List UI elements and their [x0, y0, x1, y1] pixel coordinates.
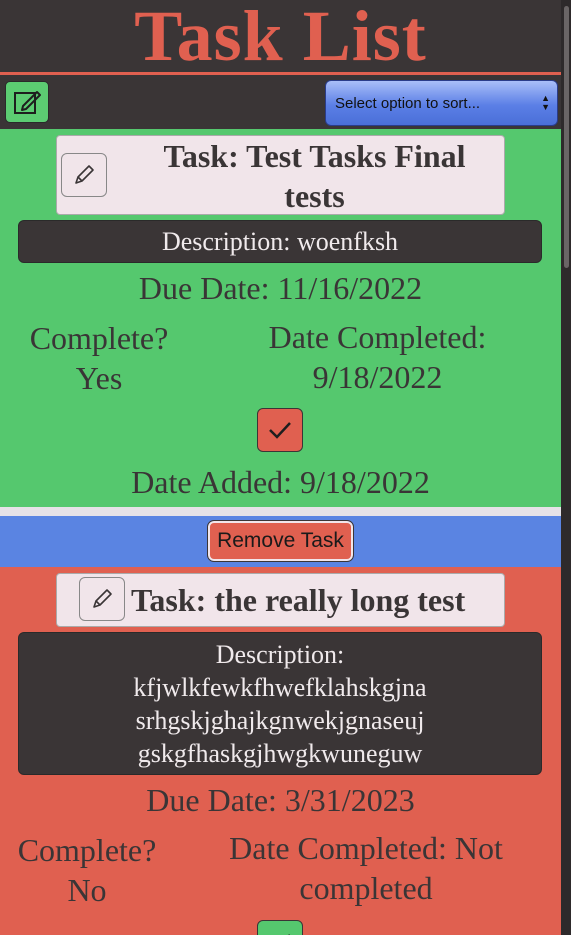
- due-date: Due Date: 11/16/2022: [138, 270, 423, 306]
- task-title: Task: the really long test: [131, 582, 466, 618]
- checkmark-icon: [269, 422, 291, 439]
- task-card: Task: the really long test Description: …: [0, 567, 561, 935]
- complete-status: Complete? No: [17, 832, 157, 908]
- task-title: Task: Test Tasks Final tests: [163, 138, 466, 214]
- header: Task List: [0, 0, 561, 76]
- sort-select[interactable]: Select option to sort... ▲ ▼: [325, 80, 558, 126]
- date-added: Date Added: 9/18/2022: [131, 464, 430, 500]
- complete-status: Complete? Yes: [29, 320, 169, 396]
- toggle-complete-button[interactable]: [257, 408, 303, 452]
- toolbar: Select option to sort... ▲ ▼: [0, 75, 561, 129]
- date-completed: Date Completed: 9/18/2022: [268, 319, 487, 395]
- task-description: Description: woenfksh: [18, 220, 542, 263]
- new-task-button[interactable]: [5, 81, 49, 123]
- remove-task-button[interactable]: Remove Task: [207, 520, 354, 562]
- edit-task-button[interactable]: [79, 577, 125, 621]
- app-window: Task List Select option to sort... ▲ ▼ Ta…: [0, 0, 561, 935]
- select-arrows-icon: ▲ ▼: [541, 93, 550, 112]
- page-title: Task List: [134, 0, 427, 76]
- pencil-icon: [75, 165, 94, 184]
- date-completed: Date Completed: Not completed: [229, 830, 503, 906]
- edit-square-icon: [14, 91, 41, 114]
- sort-select-value: Select option to sort...: [335, 94, 481, 112]
- pencil-icon: [93, 589, 112, 608]
- task-actions-bar: Remove Task: [0, 507, 561, 567]
- edit-task-button[interactable]: [61, 153, 107, 197]
- task-title-box: Task: Test Tasks Final tests: [56, 135, 505, 215]
- checkmark-icon: [288, 934, 290, 935]
- task-description: Description: kfjwlkfewkfhwefklahskgjna s…: [18, 632, 542, 775]
- task-card: Task: Test Tasks Final tests Description…: [0, 129, 561, 507]
- due-date: Due Date: 3/31/2023: [146, 782, 415, 818]
- scrollbar-thumb[interactable]: [564, 6, 569, 268]
- toggle-complete-button[interactable]: [257, 920, 303, 935]
